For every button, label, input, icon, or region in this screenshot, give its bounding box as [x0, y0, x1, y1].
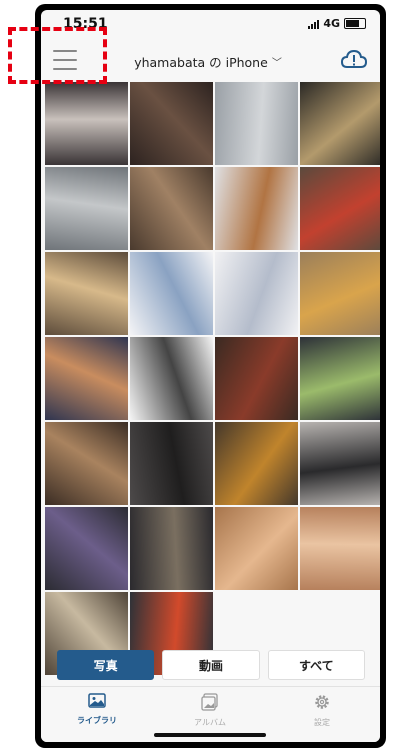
phone-screen: 15:51 4G yhamabata の iPhone ﹀ 写真 動画 すべて …	[41, 10, 380, 742]
photo-thumbnail[interactable]	[215, 252, 298, 335]
bottom-tab-settings[interactable]: 設定	[287, 693, 357, 728]
home-indicator	[154, 733, 266, 737]
bottom-tab-album[interactable]: アルバム	[175, 693, 245, 728]
photo-thumbnail[interactable]	[300, 507, 380, 590]
photo-grid	[45, 82, 380, 675]
gear-icon	[315, 695, 329, 709]
photo-thumbnail[interactable]	[300, 167, 380, 250]
photo-thumbnail[interactable]	[130, 507, 213, 590]
photo-thumbnail[interactable]	[300, 337, 380, 420]
photo-thumbnail[interactable]	[130, 82, 213, 165]
photo-thumbnail[interactable]	[215, 422, 298, 505]
cloud-alert-icon[interactable]	[340, 47, 368, 73]
photo-thumbnail[interactable]	[45, 82, 128, 165]
highlight-annotation-box	[8, 27, 107, 84]
bottom-tab-library[interactable]: ライブラリ	[62, 693, 132, 726]
photo-thumbnail[interactable]	[130, 337, 213, 420]
media-filter-tabs: 写真 動画 すべて	[57, 650, 365, 680]
photo-thumbnail[interactable]	[45, 252, 128, 335]
photo-thumbnail[interactable]	[215, 507, 298, 590]
photo-thumbnail[interactable]	[215, 167, 298, 250]
network-type: 4G	[323, 17, 340, 30]
photo-thumbnail[interactable]	[300, 422, 380, 505]
battery-icon	[344, 18, 366, 29]
tab-all[interactable]: すべて	[267, 650, 365, 680]
album-icon	[201, 693, 218, 711]
status-indicators: 4G	[308, 17, 366, 30]
photo-thumbnail[interactable]	[45, 337, 128, 420]
photo-thumbnail[interactable]	[130, 422, 213, 505]
tab-videos[interactable]: 動画	[162, 650, 260, 680]
photo-thumbnail[interactable]	[215, 82, 298, 165]
photo-thumbnail[interactable]	[45, 422, 128, 505]
device-name: yhamabata の iPhone	[134, 55, 268, 70]
photo-thumbnail[interactable]	[215, 337, 298, 420]
bottom-tab-settings-label: 設定	[314, 718, 330, 727]
tab-photos[interactable]: 写真	[57, 650, 155, 680]
photo-library-icon	[88, 693, 106, 708]
chevron-down-icon: ﹀	[271, 58, 282, 69]
photo-thumbnail[interactable]	[300, 82, 380, 165]
photo-thumbnail[interactable]	[45, 167, 128, 250]
photo-thumbnail[interactable]	[130, 252, 213, 335]
photo-thumbnail[interactable]	[300, 252, 380, 335]
device-selector[interactable]: yhamabata の iPhone ﹀	[113, 52, 303, 71]
bottom-tab-library-label: ライブラリ	[77, 716, 117, 725]
photo-thumbnail[interactable]	[45, 507, 128, 590]
photo-thumbnail[interactable]	[130, 167, 213, 250]
signal-icon	[308, 19, 320, 29]
bottom-tab-album-label: アルバム	[194, 718, 226, 727]
